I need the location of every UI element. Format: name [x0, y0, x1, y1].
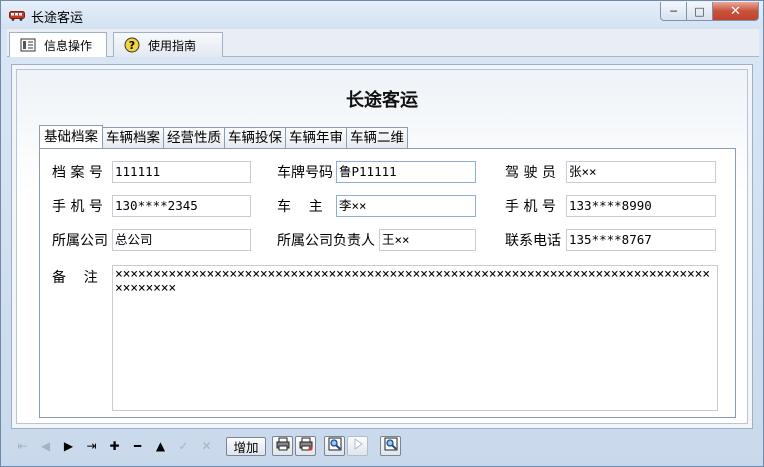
file-no-field[interactable]: 111111 [112, 161, 251, 183]
preview-button[interactable] [324, 436, 345, 456]
app-window: 长途客运 ─ □ ✕ 信息操作 ? 使用指南 长途客运 基础档案 车辆档案 经营… [0, 0, 764, 467]
post-edit-button[interactable]: ✓ [172, 435, 195, 457]
notes-label: 备 注 [52, 270, 98, 286]
owner-phone-label: 手 机 号 [505, 199, 556, 215]
printer-settings-icon [299, 437, 313, 455]
minimize-button[interactable]: ─ [660, 2, 687, 21]
company-label: 所属公司 [52, 233, 108, 249]
driver-field[interactable]: 张×× [566, 161, 716, 183]
title-bar: 长途客运 ─ □ ✕ [1, 1, 763, 29]
svg-text:?: ? [129, 39, 135, 52]
delete-record-button[interactable]: ━ [126, 435, 149, 457]
tab-annual-inspection[interactable]: 车辆年审 [286, 127, 347, 148]
play-icon [352, 437, 364, 455]
print-setup-button[interactable] [295, 436, 316, 456]
company-field[interactable]: 总公司 [112, 229, 251, 251]
main-panel: 长途客运 基础档案 车辆档案 经营性质 车辆投保 车辆年审 车辆二维 档 案 号… [11, 64, 753, 429]
run-button[interactable] [347, 436, 368, 456]
notes-textarea[interactable]: ××××××××××××××××××××××××××××××××××××××××… [112, 265, 718, 411]
tab-vehicle-insurance[interactable]: 车辆投保 [225, 127, 286, 148]
record-tabs: 基础档案 车辆档案 经营性质 车辆投保 车辆年审 车辆二维 [39, 125, 408, 148]
last-record-button[interactable]: ⇥ [80, 435, 103, 457]
query-button[interactable] [380, 436, 401, 456]
owner-field[interactable]: 李×× [336, 195, 476, 217]
first-record-button[interactable]: ⇤ [11, 435, 34, 457]
phone-label: 手 机 号 [52, 199, 103, 215]
owner-phone-field[interactable]: 133****8990 [566, 195, 716, 217]
window-title: 长途客运 [31, 11, 84, 26]
menu-tab-guide[interactable]: ? 使用指南 [113, 32, 223, 57]
basic-file-form: 档 案 号 111111 车牌号码 鲁P11111 驾 驶 员 张×× 手 机 … [39, 148, 736, 418]
content-panel: 长途客运 基础档案 车辆档案 经营性质 车辆投保 车辆年审 车辆二维 档 案 号… [16, 69, 748, 424]
prev-record-button[interactable]: ◀ [34, 435, 57, 457]
tab-vehicle-file[interactable]: 车辆档案 [103, 127, 164, 148]
list-icon [20, 38, 36, 52]
bus-icon [9, 10, 25, 21]
next-record-button[interactable]: ▶ [57, 435, 80, 457]
page-title: 长途客运 [346, 90, 418, 111]
search-icon [384, 437, 398, 455]
menu-tab-label: 信息操作 [44, 38, 93, 53]
record-toolbar: ⇤ ◀ ▶ ⇥ ✚ ━ ▲ ✓ ✕ 增加 [11, 433, 753, 459]
plate-field[interactable]: 鲁P11111 [336, 161, 476, 183]
window-controls: ─ □ ✕ [660, 2, 759, 21]
contact-field[interactable]: 135****8767 [566, 229, 716, 251]
menu-tab-info-ops[interactable]: 信息操作 [9, 32, 107, 57]
phone-field[interactable]: 130****2345 [112, 195, 251, 217]
print-button[interactable] [272, 436, 293, 456]
owner-label: 车 主 [277, 199, 323, 215]
tab-vehicle-qrcode[interactable]: 车辆二维 [347, 127, 408, 148]
edit-record-button[interactable]: ▲ [149, 435, 172, 457]
tab-basic-file[interactable]: 基础档案 [39, 125, 103, 148]
close-button[interactable]: ✕ [713, 2, 759, 21]
add-button[interactable]: 增加 [226, 436, 266, 456]
help-icon: ? [124, 37, 140, 53]
manager-field[interactable]: 王×× [379, 229, 476, 251]
menu-bar: 信息操作 ? 使用指南 [7, 29, 759, 57]
driver-label: 驾 驶 员 [505, 165, 556, 181]
cancel-edit-button[interactable]: ✕ [195, 435, 218, 457]
printer-icon [276, 437, 290, 455]
manager-label: 所属公司负责人 [277, 233, 375, 249]
tab-business-type[interactable]: 经营性质 [164, 127, 225, 148]
menu-tab-label: 使用指南 [148, 38, 197, 53]
plate-label: 车牌号码 [277, 165, 333, 181]
magnifier-icon [328, 437, 342, 455]
insert-record-button[interactable]: ✚ [103, 435, 126, 457]
contact-label: 联系电话 [505, 233, 561, 249]
maximize-button[interactable]: □ [687, 2, 713, 21]
file-no-label: 档 案 号 [52, 165, 103, 181]
